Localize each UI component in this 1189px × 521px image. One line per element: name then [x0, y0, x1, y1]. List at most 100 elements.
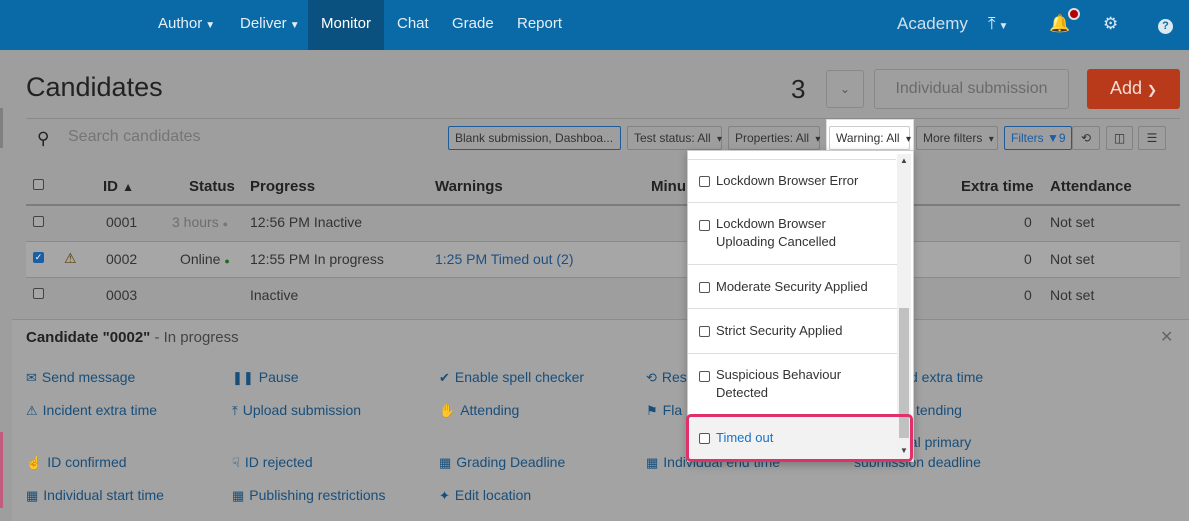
columns-icon[interactable]: ◫	[1106, 126, 1133, 150]
progress-text: 12:56 PM Inactive	[250, 214, 363, 230]
attending-action[interactable]: ✋ Attending	[439, 402, 519, 419]
undo-icon: ⟲	[646, 370, 657, 385]
gear-icon[interactable]: ⚙	[1103, 0, 1118, 50]
individual-submission-button[interactable]: Individual submission	[874, 69, 1069, 109]
calendar-icon: ▦	[26, 488, 39, 503]
funnel-icon: ▼	[1047, 131, 1059, 145]
reset-action[interactable]: ⟲ Res	[646, 369, 687, 386]
extra-time-value: 0	[1024, 214, 1032, 230]
hand-icon: ✋	[439, 403, 456, 418]
edit-location-action[interactable]: ✦ Edit location	[439, 487, 531, 504]
candidate-id: 0001	[106, 214, 138, 230]
warning-option[interactable]: Strict Security Applied	[688, 309, 897, 354]
status-text: 3 hours ●	[172, 214, 229, 230]
nav-author[interactable]: Author ▼	[146, 0, 227, 50]
candidate-id: 0003	[106, 287, 138, 303]
upload-submission-action[interactable]: ⤒ Upload submission	[232, 402, 361, 419]
nav-monitor[interactable]: Monitor	[308, 0, 384, 50]
candidate-action-panel	[12, 319, 1189, 521]
option-checkbox[interactable]	[699, 220, 710, 231]
calendar-icon: ▦	[646, 455, 659, 470]
individual-start-time-action[interactable]: ▦ Individual start time	[26, 487, 164, 504]
nav-deliver[interactable]: Deliver ▼	[228, 0, 312, 50]
edge-marker	[0, 108, 3, 148]
nav-report[interactable]: Report	[505, 0, 574, 50]
option-checkbox[interactable]	[699, 282, 710, 293]
option-checkbox[interactable]	[699, 176, 710, 187]
chevron-down-icon: ⌄	[839, 82, 851, 96]
org-name: Academy	[897, 14, 968, 33]
filter-warning[interactable]: Warning: All ▾	[829, 126, 911, 150]
row-checkbox[interactable]	[33, 288, 44, 299]
candidate-count: 3	[791, 74, 806, 104]
nav-grade[interactable]: Grade	[440, 0, 506, 50]
thumbs-down-icon: ☟	[232, 455, 240, 470]
search-icon: ⚲	[37, 129, 50, 148]
row-checkbox[interactable]: ✓	[33, 252, 44, 263]
option-checkbox[interactable]	[699, 326, 710, 337]
close-icon[interactable]: ✕	[1160, 327, 1173, 347]
column-header-attendance[interactable]: Attendance	[1050, 178, 1132, 195]
add-button[interactable]: Add ❯	[1087, 69, 1180, 109]
column-header-warnings[interactable]: Warnings	[435, 178, 503, 195]
sort-up-icon: ▲	[122, 180, 135, 194]
column-header-status[interactable]: Status	[189, 178, 235, 195]
extra-time-value: 0	[1024, 287, 1032, 303]
column-header-id[interactable]: ID ▲	[103, 178, 134, 195]
bell-icon[interactable]: 🔔	[1049, 0, 1070, 50]
warning-option[interactable]: Lockdown Browser Uploading Cancelled	[688, 203, 897, 265]
scroll-up-arrow-icon[interactable]: ▲	[900, 156, 908, 165]
candidate-id: 0002	[106, 251, 138, 267]
nav-chat[interactable]: Chat	[385, 0, 441, 50]
dropdown-top-edge	[688, 151, 896, 160]
upload-icon: ⤒	[232, 403, 238, 418]
flag-action[interactable]: ⚑ Fla	[646, 402, 682, 419]
search-input[interactable]	[68, 128, 428, 146]
warning-option[interactable]: Lockdown Browser Error	[688, 160, 897, 203]
warning-option[interactable]: Moderate Security Applied	[688, 265, 897, 309]
menu-icon[interactable]: ☰	[1138, 126, 1166, 150]
row-checkbox[interactable]	[33, 216, 44, 227]
edge-marker	[0, 432, 3, 508]
envelope-icon: ✉	[26, 370, 37, 385]
warning-triangle-icon: ⚠	[64, 250, 77, 266]
publishing-restrictions-action[interactable]: ▦ Publishing restrictions	[232, 487, 385, 504]
not-attending-action[interactable]: tending	[916, 402, 962, 418]
attendance-value: Not set	[1050, 214, 1095, 230]
column-header-progress[interactable]: Progress	[250, 178, 315, 195]
notification-badge	[1068, 8, 1080, 20]
count-dropdown-button[interactable]: ⌄	[826, 70, 864, 108]
progress-text: 12:55 PM In progress	[250, 251, 384, 267]
divider	[26, 118, 1180, 119]
thumbs-up-icon: ☝	[26, 455, 43, 470]
pause-action[interactable]: ❚❚ Pause	[232, 369, 299, 386]
warning-option[interactable]: Suspicious Behaviour Detected	[688, 354, 897, 416]
incident-extra-time-action[interactable]: ⚠ Incident extra time	[26, 402, 157, 419]
column-header-minutes[interactable]: Minu	[651, 178, 686, 195]
extra-time-action[interactable]: d extra time	[910, 369, 983, 385]
enable-spell-checker-action[interactable]: ✔ Enable spell checker	[439, 369, 584, 386]
pause-icon: ❚❚	[232, 370, 254, 385]
select-all-checkbox[interactable]	[33, 179, 44, 190]
grading-deadline-action[interactable]: ▦ Grading Deadline	[439, 454, 565, 471]
id-rejected-action[interactable]: ☟ ID rejected	[232, 454, 313, 471]
filter-properties[interactable]: Properties: All ▾	[728, 126, 820, 150]
flag-icon: ⚑	[646, 403, 658, 418]
filter-blank-submission[interactable]: Blank submission, Dashboa... ▾	[448, 126, 621, 150]
send-message-action[interactable]: ✉ Send message	[26, 369, 135, 386]
extra-time-value: 0	[1024, 251, 1032, 267]
attendance-value: Not set	[1050, 287, 1095, 303]
table-row[interactable]	[26, 278, 1180, 313]
reset-filters-icon[interactable]: ⟲	[1072, 126, 1100, 150]
filter-test-status[interactable]: Test status: All ▾	[627, 126, 722, 150]
filter-more[interactable]: More filters ▾	[916, 126, 998, 150]
page-title: Candidates	[26, 72, 163, 102]
upload-menu-icon[interactable]: ⤒ ▼	[988, 0, 1008, 50]
help-icon[interactable]: ?	[1158, 0, 1173, 50]
filters-button[interactable]: Filters ▼9	[1004, 126, 1072, 150]
warning-link[interactable]: 1:25 PM Timed out (2)	[435, 251, 574, 267]
option-checkbox[interactable]	[699, 371, 710, 382]
id-confirmed-action[interactable]: ☝ ID confirmed	[26, 454, 127, 471]
column-header-extra-time[interactable]: Extra time	[961, 178, 1034, 195]
panel-title: Candidate "0002" - In progress	[26, 329, 239, 346]
